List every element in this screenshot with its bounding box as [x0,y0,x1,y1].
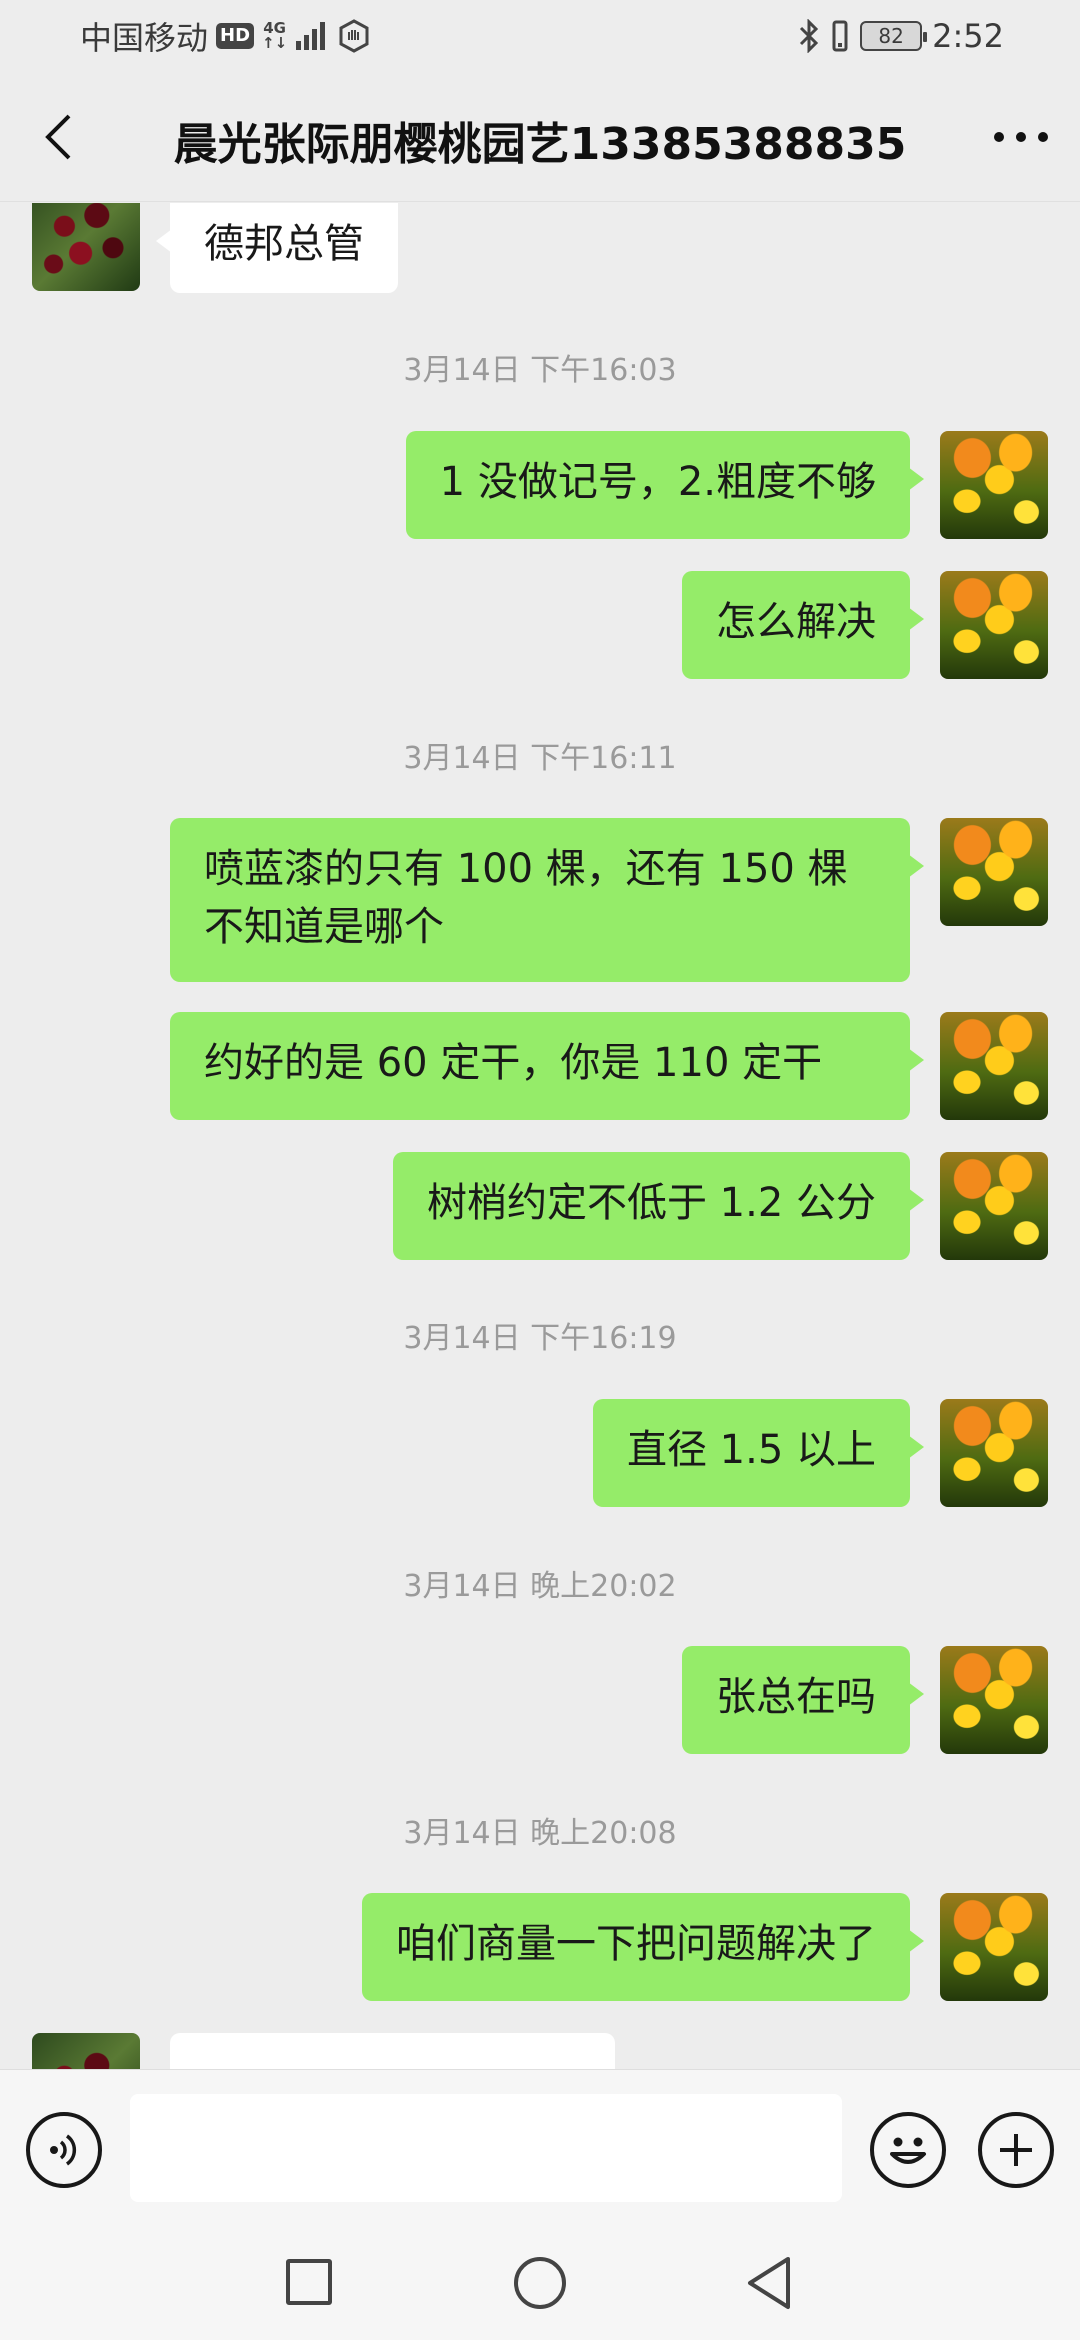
message-text: 张总在吗 [716,1674,876,1720]
timestamp: 3月14日 晚上20:08 [403,1816,677,1851]
hd-badge: HD [216,23,255,49]
chat-header: 晨光张际朋樱桃园艺13385388835 [0,72,1080,202]
message-text: 德邦总管 [204,221,364,267]
message-bubble-sent[interactable]: 直径 1.5 以上 [592,1399,925,1507]
message-bubble-sent[interactable]: 约好的是 60 定干，你是 110 定干 [170,1012,924,1120]
timestamp: 3月14日 晚上20:02 [403,1569,677,1604]
recent-apps-button[interactable] [286,2259,332,2305]
chevron-left-icon [45,114,71,160]
message-text: 咱们商量一下把问题解决了 [396,1921,876,1967]
plus-button[interactable] [978,2112,1054,2188]
message-bubble-received[interactable]: 德邦总管 [156,203,398,293]
message-text-line: 不知道是哪个 [204,904,444,950]
emoji-icon [890,2137,926,2164]
battery-icon: 82 [860,21,928,51]
voice-button[interactable] [26,2112,102,2188]
chat-area[interactable]: 德邦总管 3月14日 下午16:03 1 没做记号，2.粗度不够 怎么解决 3月… [0,203,1080,2069]
status-left: 中国移动 HD 4G ↑↓ [80,14,371,58]
my-avatar[interactable] [940,818,1048,926]
message-text: 约好的是 60 定干，你是 110 定干 [204,1040,823,1086]
my-avatar[interactable] [940,1646,1048,1754]
message-text: 怎么解决 [716,599,876,645]
my-avatar[interactable] [940,1399,1048,1507]
contact-avatar[interactable] [32,2033,140,2069]
more-button[interactable] [986,102,1056,172]
input-bar [0,2069,1080,2229]
message-bubble-sent[interactable]: 1 没做记号，2.粗度不够 [405,431,925,539]
back-button[interactable] [28,102,88,172]
status-bar: 中国移动 HD 4G ↑↓ 82 2:52 [0,0,1080,72]
timestamp: 3月14日 下午16:11 [403,741,677,776]
hand-icon [339,19,369,53]
message-text: 直径 1.5 以上 [626,1427,876,1473]
message-text-line: 喷蓝漆的只有 100 棵，还有 150 棵 [204,846,848,892]
timestamp: 3月14日 下午16:03 [403,353,677,388]
message-bubble-sent[interactable]: 咱们商量一下把问题解决了 [362,1893,924,2001]
bluetooth-icon [800,19,819,53]
my-avatar[interactable] [940,431,1048,539]
my-avatar[interactable] [940,1893,1048,2001]
status-right: 82 2:52 [798,14,1004,58]
chat-title: 晨光张际朋樱桃园艺13385388835 [173,119,907,170]
message-input[interactable] [130,2094,842,2202]
battery-level: 82 [878,24,904,48]
more-dots-icon [994,132,1048,142]
my-avatar[interactable] [940,571,1048,679]
network-icon: 4G ↑↓ [262,21,287,51]
vibrate-icon [832,20,848,52]
message-text: 1 没做记号，2.粗度不够 [439,459,876,505]
emoji-button[interactable] [870,2112,946,2188]
message-bubble-sent[interactable]: 树梢约定不低于 1.2 公分 [392,1152,925,1260]
plus-icon [1000,2134,1032,2166]
timestamp: 3月14日 下午16:19 [403,1321,677,1356]
message-bubble-sent[interactable]: 怎么解决 [682,571,924,679]
carrier-label: 中国移动 [80,19,209,57]
triangle-back-icon[interactable] [744,2255,794,2311]
message-text: 树梢约定不低于 1.2 公分 [426,1180,876,1226]
system-nav-bar [0,2229,1080,2340]
voice-icon [50,2134,77,2166]
signal-icon [296,22,326,50]
my-avatar[interactable] [940,1012,1048,1120]
contact-avatar[interactable] [32,203,140,291]
message-bubble-received[interactable] [170,2033,615,2069]
clock: 2:52 [932,17,1004,55]
message-bubble-sent[interactable]: 张总在吗 [682,1646,924,1754]
message-bubble-sent[interactable]: 喷蓝漆的只有 100 棵，还有 150 棵 不知道是哪个 [170,818,924,982]
network-arrows: ↑↓ [262,34,288,52]
my-avatar[interactable] [940,1152,1048,1260]
home-button[interactable] [514,2257,566,2309]
